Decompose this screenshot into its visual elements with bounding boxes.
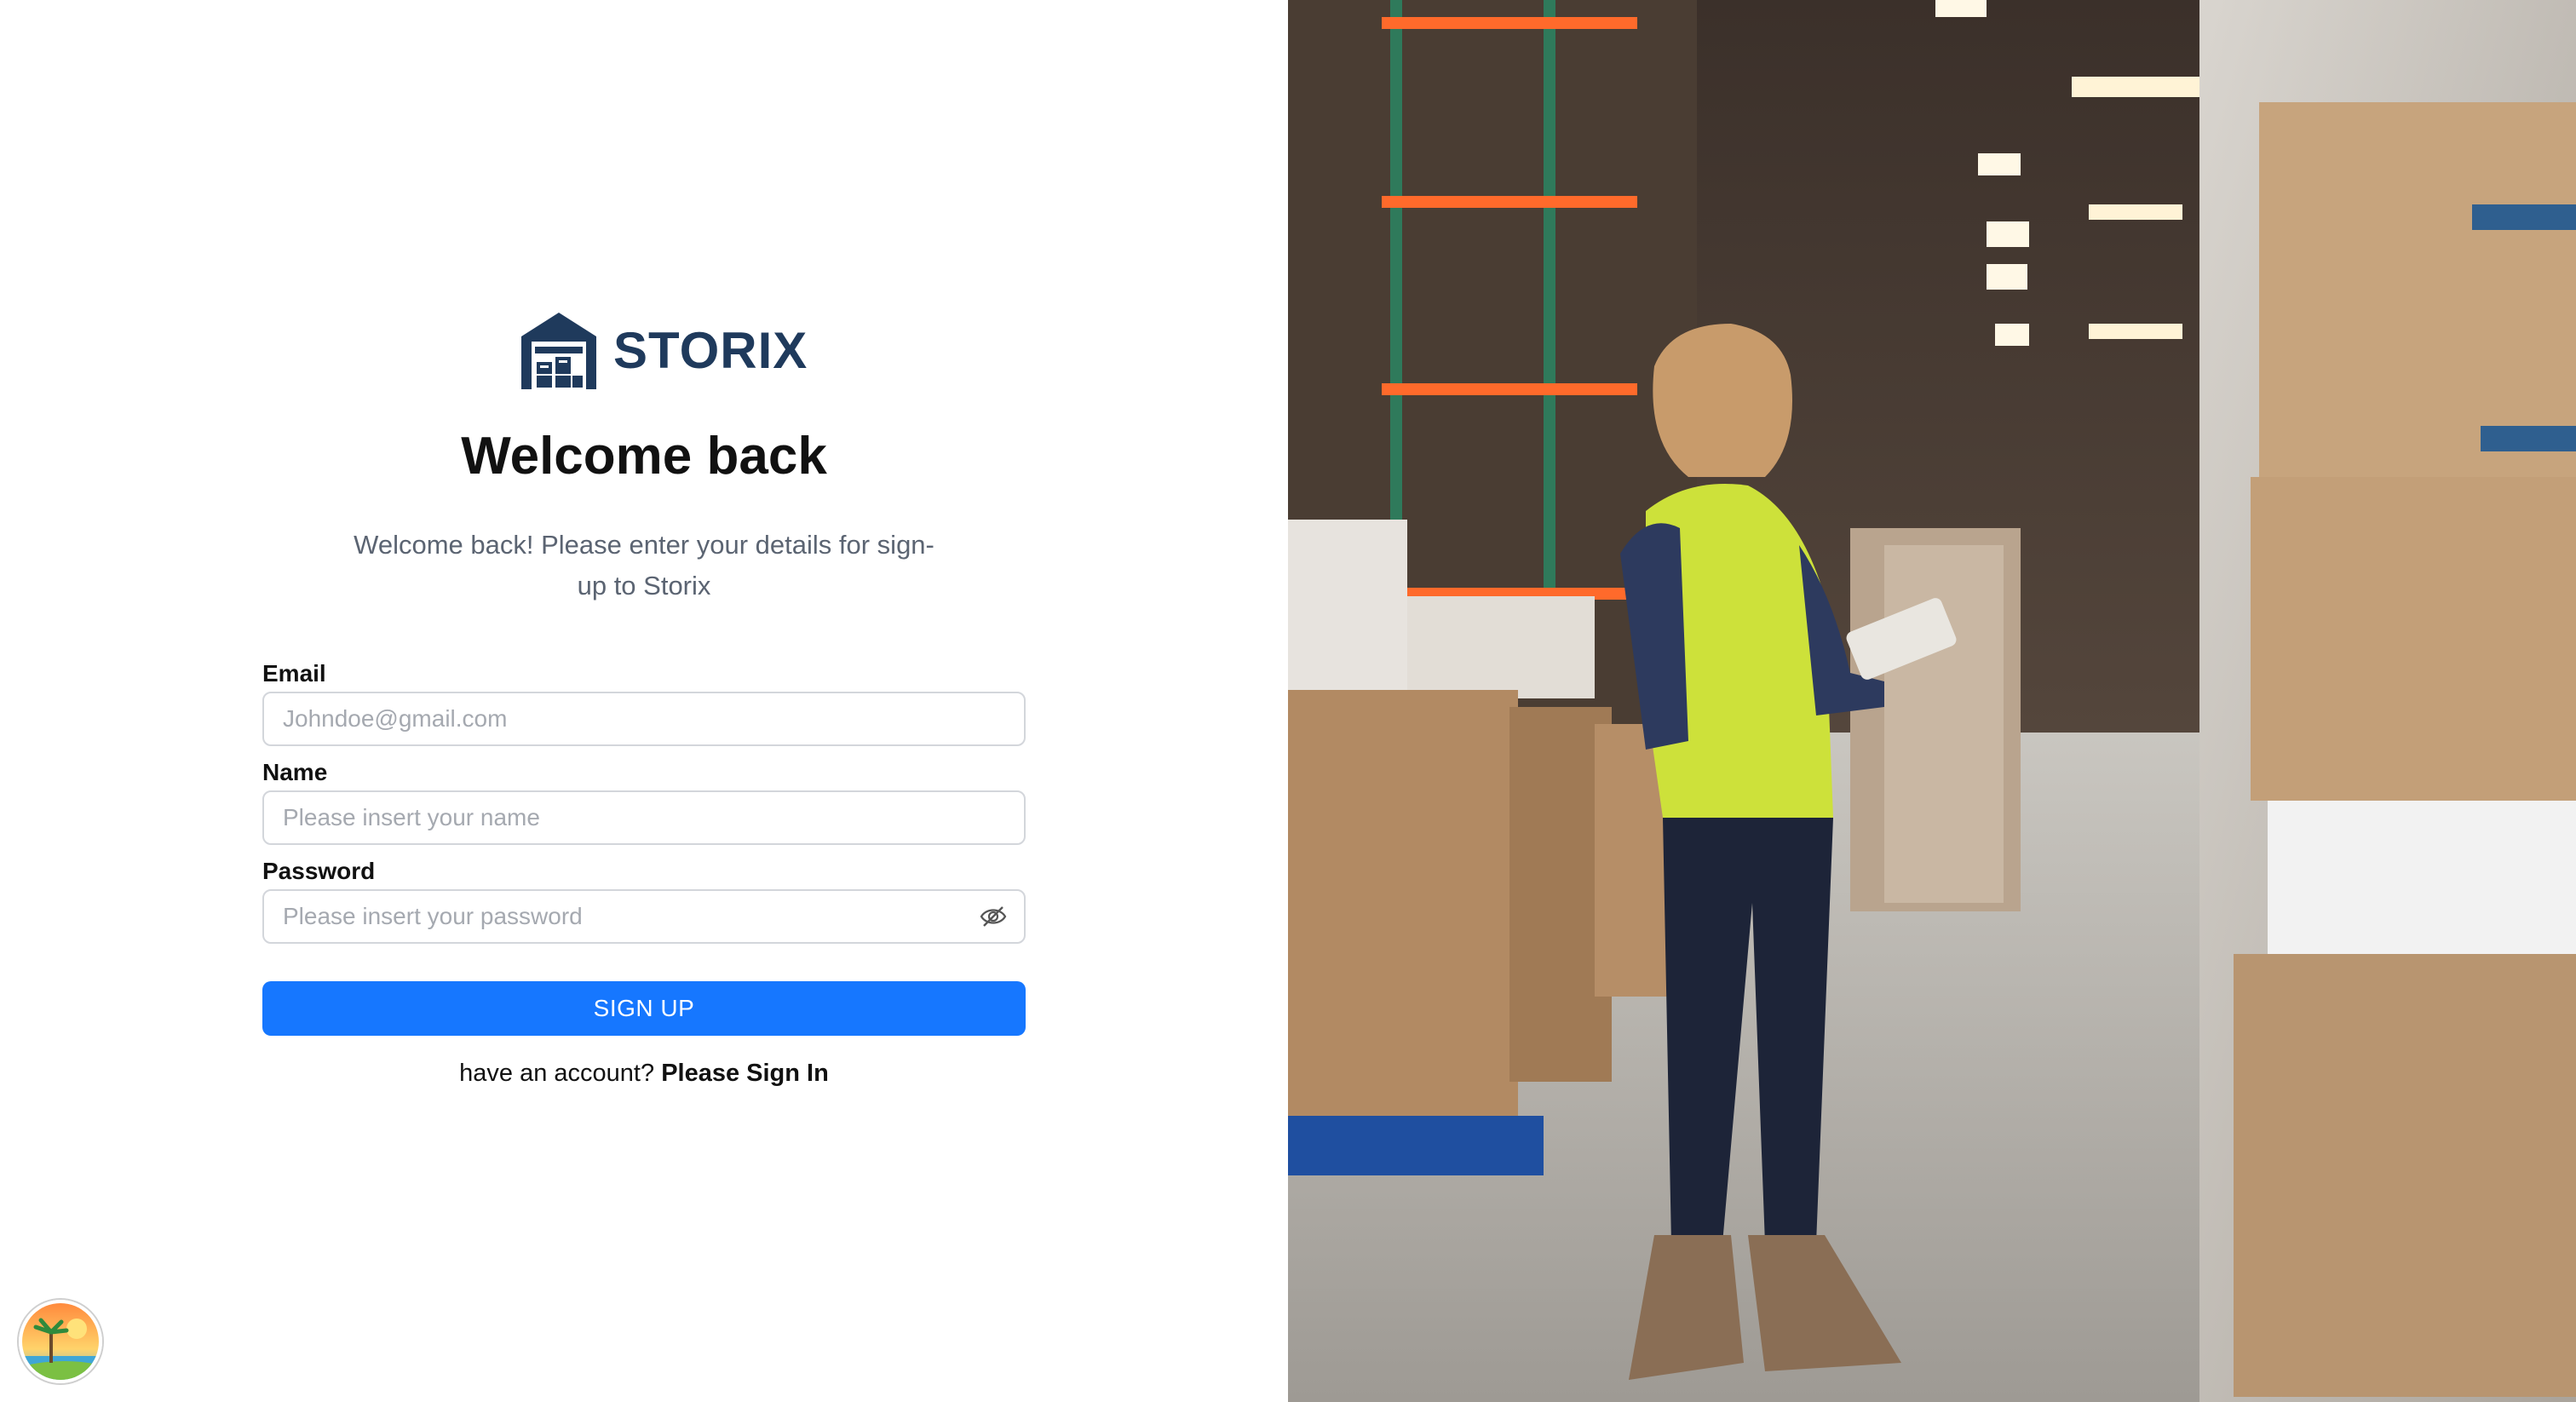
warehouse-logo-icon [521, 313, 596, 389]
signup-form: Email Name Password [262, 656, 1026, 952]
name-field[interactable] [264, 792, 1024, 843]
beach-avatar-icon[interactable] [19, 1300, 102, 1383]
email-label: Email [262, 660, 326, 687]
warehouse-worker-photo [1288, 0, 2576, 1402]
password-field-wrapper [262, 889, 1026, 944]
page-subtitle: Welcome back! Please enter your details … [354, 530, 934, 600]
sign-up-button[interactable]: SIGN UP [262, 981, 1026, 1036]
avatar-image [22, 1303, 99, 1380]
sign-in-link[interactable]: Please Sign In [661, 1060, 829, 1087]
signup-panel: STORIX Welcome back Welcome back! Please… [0, 0, 1288, 1402]
name-label: Name [262, 759, 328, 785]
email-field[interactable] [264, 693, 1024, 744]
brand-name: STORIX [613, 321, 808, 379]
signin-prompt-text: have an account? [459, 1060, 655, 1087]
password-field[interactable] [264, 891, 1024, 942]
page-title: Welcome back [461, 427, 827, 486]
brand-logo: STORIX [516, 307, 808, 394]
password-label: Password [262, 858, 376, 884]
email-field-wrapper [262, 692, 1026, 746]
signin-prompt: have an account? Please Sign In [0, 1060, 1288, 1088]
eye-slash-icon[interactable] [980, 905, 1007, 928]
name-field-wrapper [262, 790, 1026, 845]
hero-panel [1288, 0, 2576, 1402]
